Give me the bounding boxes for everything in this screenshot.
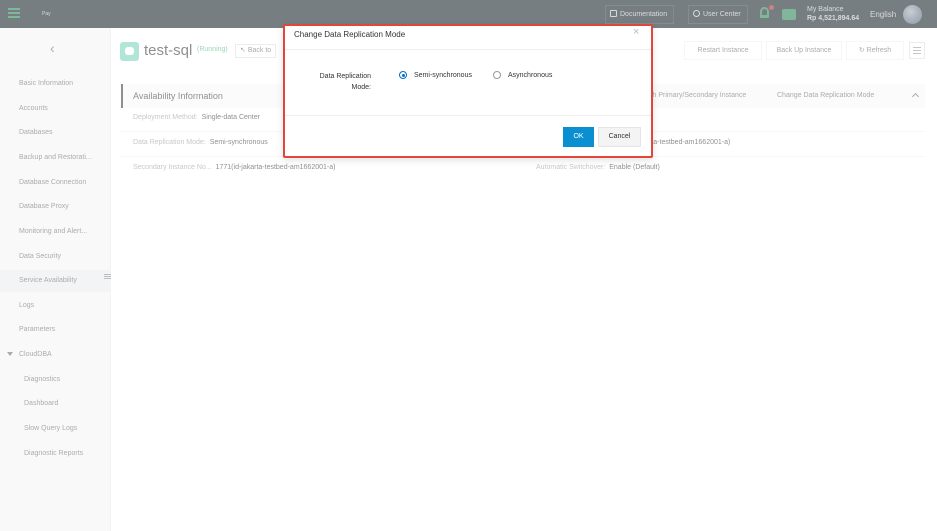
replication-mode-label: Data Replication Mode:: [319, 73, 371, 91]
change-replication-mode-dialog: Change Data Replication Mode × Data Repl…: [283, 24, 653, 158]
divider: [285, 49, 651, 50]
asynchronous-label[interactable]: Asynchronous: [508, 72, 552, 79]
cancel-button[interactable]: Cancel: [598, 127, 641, 147]
divider: [285, 115, 651, 116]
semi-synchronous-radio[interactable]: [399, 71, 407, 79]
semi-synchronous-label[interactable]: Semi-synchronous: [414, 72, 472, 79]
ok-button[interactable]: OK: [563, 127, 594, 147]
dialog-title: Change Data Replication Mode: [294, 30, 406, 39]
asynchronous-radio[interactable]: [493, 71, 501, 79]
close-icon[interactable]: ×: [633, 26, 639, 38]
